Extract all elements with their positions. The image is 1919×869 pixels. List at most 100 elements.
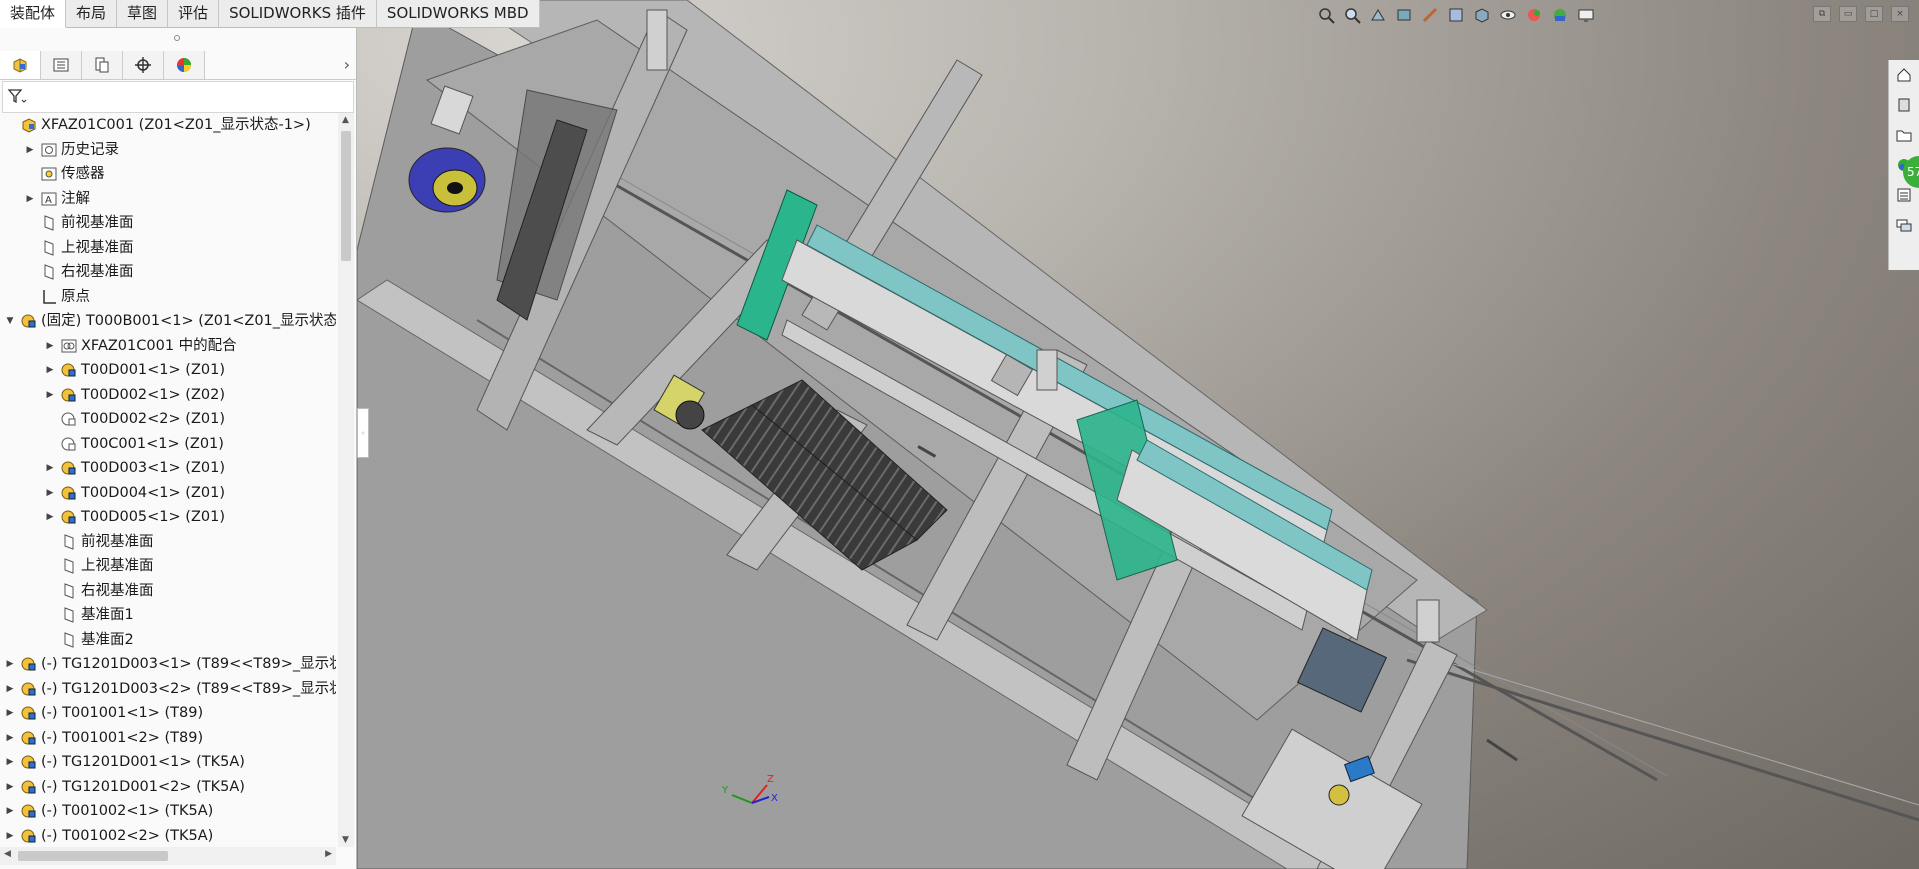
tree-item[interactable]: 前视基准面 — [24, 211, 134, 235]
collapse-arrow-icon[interactable]: ▼ — [4, 309, 16, 333]
scroll-down-icon[interactable]: ▼ — [342, 835, 349, 845]
tree-item-label: 传感器 — [61, 166, 105, 182]
custom-properties-icon[interactable] — [1893, 184, 1915, 206]
assembly-model[interactable] — [357, 0, 1919, 869]
scroll-thumb-horizontal[interactable] — [18, 851, 168, 861]
file-explorer-icon[interactable] — [1893, 124, 1915, 146]
tile-icon[interactable]: ▭ — [1839, 6, 1857, 22]
mates-icon — [60, 337, 78, 355]
expand-arrow-icon[interactable]: ▶ — [24, 187, 36, 211]
tree-item[interactable]: ▶ (-) TG1201D003<2> (T89<<T89>_显示状 — [4, 677, 336, 701]
tree-item[interactable]: T00C001<1> (Z01) — [44, 432, 224, 456]
dynamic-annotation-icon[interactable] — [1419, 4, 1441, 26]
tree-item-label: (-) T001002<1> (TK5A) — [41, 803, 214, 819]
tree-item[interactable]: 右视基准面 — [24, 260, 134, 284]
hide-show-icon[interactable] — [1497, 4, 1519, 26]
expand-arrow-icon[interactable]: ▶ — [44, 358, 56, 382]
displaymanager-icon[interactable] — [164, 51, 205, 79]
tree-vertical-scrollbar[interactable]: ▲ ▼ — [338, 113, 354, 847]
tree-item[interactable]: ▶ T00D002<1> (Z02) — [44, 383, 225, 407]
tree-item[interactable]: ▶ (-) TG1201D001<1> (TK5A) — [4, 750, 245, 774]
expand-arrow-icon[interactable]: ▶ — [4, 775, 16, 799]
apply-scene-icon[interactable] — [1549, 4, 1571, 26]
tree-item[interactable]: ▶ (-) T001002<2> (TK5A) — [4, 824, 214, 844]
tree-item[interactable]: ▶ (-) TG1201D001<2> (TK5A) — [4, 775, 245, 799]
expand-arrow-icon[interactable]: ▶ — [24, 138, 36, 162]
close-icon[interactable]: × — [1891, 6, 1909, 22]
section-view-icon[interactable] — [1393, 4, 1415, 26]
previous-view-icon[interactable] — [1367, 4, 1389, 26]
graphics-viewport[interactable]: ⧉ ▭ □ × 57 Y Z X — [357, 0, 1919, 869]
expand-arrow-icon[interactable]: ▶ — [44, 456, 56, 480]
expand-arrow-icon[interactable]: ▶ — [44, 383, 56, 407]
tab-layout[interactable]: 布局 — [66, 0, 118, 27]
view-orientation-icon[interactable] — [1445, 4, 1467, 26]
tree-item[interactable]: 传感器 — [24, 162, 105, 186]
tree-item[interactable]: 基准面1 — [44, 603, 134, 627]
tree-item[interactable]: T00D002<2> (Z01) — [44, 407, 225, 431]
tree-item[interactable]: ▶ 历史记录 — [24, 138, 119, 162]
scroll-thumb[interactable] — [341, 131, 351, 261]
tree-item[interactable]: ▶ T00D001<1> (Z01) — [44, 358, 225, 382]
chevron-right-icon[interactable]: › — [344, 55, 350, 74]
tree-item[interactable]: ▶ T00D004<1> (Z01) — [44, 481, 225, 505]
forum-icon[interactable] — [1893, 214, 1915, 236]
propertymanager-icon[interactable] — [41, 51, 82, 79]
expand-arrow-icon[interactable]: ▶ — [44, 505, 56, 529]
home-icon[interactable] — [1893, 64, 1915, 86]
dimxpert-icon[interactable] — [123, 51, 164, 79]
tree-item[interactable]: ▶ (-) T001001<2> (T89) — [4, 726, 204, 750]
maximize-icon[interactable]: □ — [1865, 6, 1883, 22]
tree-item[interactable]: 上视基准面 — [24, 236, 134, 260]
tab-sketch[interactable]: 草图 — [117, 0, 169, 27]
panel-grip[interactable] — [174, 35, 180, 41]
tree-item[interactable]: XFAZ01C001 (Z01<Z01_显示状态-1>) — [4, 113, 311, 137]
featuremanager-icon[interactable] — [0, 51, 41, 79]
tree-item[interactable]: 基准面2 — [44, 628, 134, 652]
view-settings-icon[interactable] — [1575, 4, 1597, 26]
expand-arrow-icon[interactable]: ▶ — [4, 824, 16, 844]
tree-item[interactable]: 上视基准面 — [44, 554, 154, 578]
tree-horizontal-scrollbar[interactable]: ◀ ▶ — [0, 847, 336, 865]
zoom-to-area-icon[interactable] — [1341, 4, 1363, 26]
tree-item[interactable]: ▶ XFAZ01C001 中的配合 — [44, 334, 237, 358]
expand-arrow-icon[interactable]: ▶ — [4, 652, 16, 676]
scroll-right-icon[interactable]: ▶ — [325, 849, 332, 859]
tree-item[interactable]: ▶ A 注解 — [24, 187, 90, 211]
expand-arrow-icon[interactable]: ▶ — [4, 677, 16, 701]
tab-solidworks-mbd[interactable]: SOLIDWORKS MBD — [376, 0, 540, 27]
triad-y-label: Y — [721, 785, 729, 796]
scroll-left-icon[interactable]: ◀ — [4, 849, 11, 859]
configurationmanager-icon[interactable] — [82, 51, 123, 79]
expand-arrow-icon[interactable]: ▶ — [44, 481, 56, 505]
tree-item[interactable]: ▶ T00D005<1> (Z01) — [44, 505, 225, 529]
tree-item[interactable]: 前视基准面 — [44, 530, 154, 554]
tab-assembly[interactable]: 装配体 — [0, 0, 67, 28]
tree-item[interactable]: ▶ (-) T001001<1> (T89) — [4, 701, 204, 725]
tab-evaluate[interactable]: 评估 — [168, 0, 220, 27]
tree-item[interactable]: ▼ (固定) T000B001<1> (Z01<Z01_显示状态 — [4, 309, 336, 333]
sensor-icon — [40, 165, 58, 183]
tree-item[interactable]: ▶ T00D003<1> (Z01) — [44, 456, 225, 480]
tree-filter[interactable] — [2, 81, 354, 113]
tab-solidworks-addins[interactable]: SOLIDWORKS 插件 — [219, 0, 377, 27]
filter-icon[interactable] — [7, 88, 27, 106]
tree-item[interactable]: 右视基准面 — [44, 579, 154, 603]
scroll-up-icon[interactable]: ▲ — [342, 115, 349, 125]
origin-icon — [40, 288, 58, 306]
display-style-icon[interactable] — [1471, 4, 1493, 26]
tree-item-label: T00D002<2> (Z01) — [81, 411, 225, 427]
restore-icon[interactable]: ⧉ — [1813, 6, 1831, 22]
expand-arrow-icon[interactable]: ▶ — [44, 334, 56, 358]
expand-arrow-icon[interactable]: ▶ — [4, 799, 16, 823]
expand-arrow-icon[interactable]: ▶ — [4, 701, 16, 725]
tree-item[interactable]: ▶ (-) T001002<1> (TK5A) — [4, 799, 214, 823]
expand-arrow-icon[interactable]: ▶ — [4, 726, 16, 750]
panel-collapse-handle[interactable]: ◦ — [357, 408, 369, 458]
tree-item[interactable]: ▶ (-) TG1201D003<1> (T89<<T89>_显示状 — [4, 652, 336, 676]
edit-appearance-icon[interactable] — [1523, 4, 1545, 26]
zoom-to-fit-icon[interactable] — [1315, 4, 1337, 26]
tree-item[interactable]: 原点 — [24, 285, 90, 309]
design-library-icon[interactable] — [1893, 94, 1915, 116]
expand-arrow-icon[interactable]: ▶ — [4, 750, 16, 774]
